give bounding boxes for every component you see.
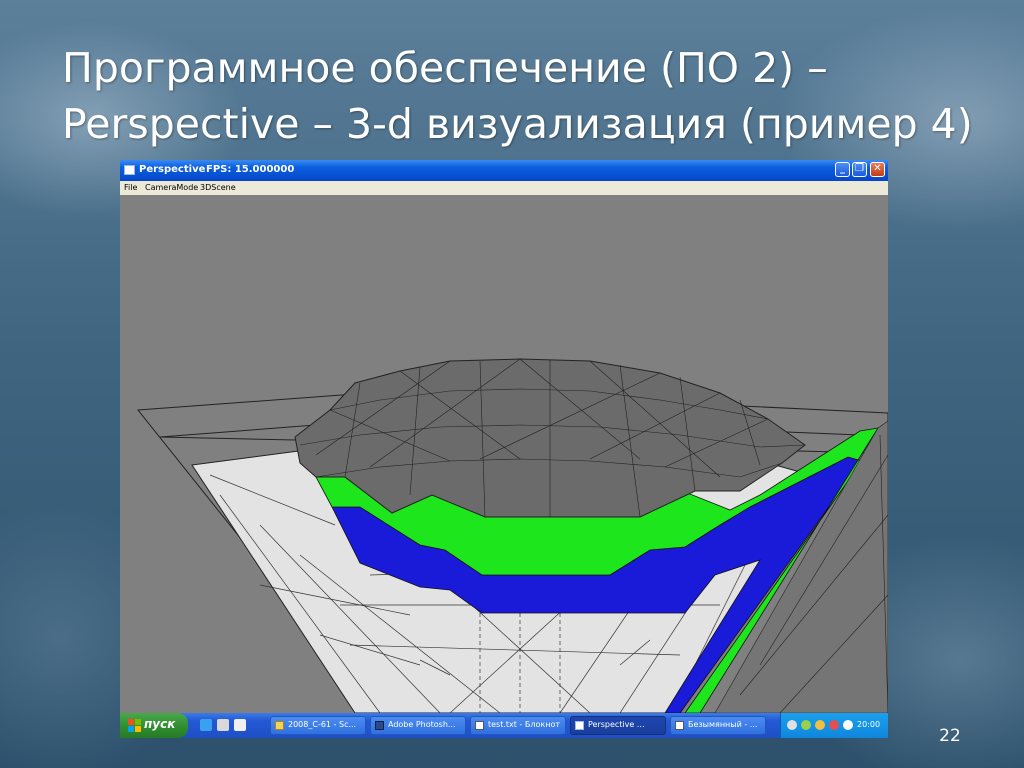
ie-quicklaunch-icon[interactable] — [200, 719, 212, 731]
task-perspective[interactable]: Perspective ... — [570, 716, 666, 735]
window-icon — [575, 721, 584, 730]
perspective-screenshot: Perspective FPS: 15.000000 _ ❐ ✕ File Ca… — [120, 160, 888, 738]
taskbar: пуск 2008_C-61 - Sc... Adobe Photosh... … — [120, 713, 888, 738]
windows-flag-icon — [128, 719, 141, 732]
close-button[interactable]: ✕ — [870, 162, 885, 177]
start-button[interactable]: пуск — [120, 713, 188, 738]
task-photoshop[interactable]: Adobe Photosh... — [370, 716, 466, 735]
desktop-quicklaunch-icon[interactable] — [234, 719, 246, 731]
tray-extra-icon[interactable] — [843, 720, 853, 730]
system-tray: 20:00 — [780, 713, 888, 738]
network-icon[interactable] — [801, 720, 811, 730]
menu-file[interactable]: File — [124, 181, 137, 195]
photoshop-icon — [375, 721, 384, 730]
notepad-icon — [475, 721, 484, 730]
maximize-button[interactable]: ❐ — [852, 162, 867, 177]
outlook-quicklaunch-icon[interactable] — [217, 719, 229, 731]
3d-scene — [120, 195, 888, 713]
menu-3d-scene[interactable]: 3DScene — [200, 181, 236, 195]
speaker-icon[interactable] — [787, 720, 797, 730]
slide-page-number: 22 — [939, 726, 961, 746]
window-titlebar[interactable]: Perspective FPS: 15.000000 _ ❐ ✕ — [120, 160, 888, 181]
fps-readout: FPS: 15.000000 — [206, 164, 295, 175]
minimize-button[interactable]: _ — [835, 162, 850, 177]
slide-title-line-2: Perspective – 3-d визуализация (пример 4… — [62, 100, 973, 148]
start-label: пуск — [144, 717, 176, 731]
window-title: Perspective — [139, 164, 206, 175]
window-icon — [124, 165, 135, 175]
folder-icon — [275, 721, 284, 730]
update-icon[interactable] — [829, 720, 839, 730]
antivirus-icon[interactable] — [815, 720, 825, 730]
slide-title-line-1: Программное обеспечение (ПО 2) – — [62, 44, 828, 92]
menu-camera-mode[interactable]: CameraMode — [145, 181, 198, 195]
slide-title: Программное обеспечение (ПО 2) – Perspec… — [62, 40, 1002, 152]
3d-viewport[interactable] — [120, 195, 888, 713]
menu-bar: File CameraMode 3DScene — [120, 181, 888, 195]
task-untitled[interactable]: Безымянный - ... — [670, 716, 766, 735]
taskbar-clock: 20:00 — [857, 720, 881, 729]
task-notepad[interactable]: test.txt - Блокнот — [470, 716, 566, 735]
document-icon — [675, 721, 684, 730]
task-2008-c61[interactable]: 2008_C-61 - Sc... — [270, 716, 366, 735]
